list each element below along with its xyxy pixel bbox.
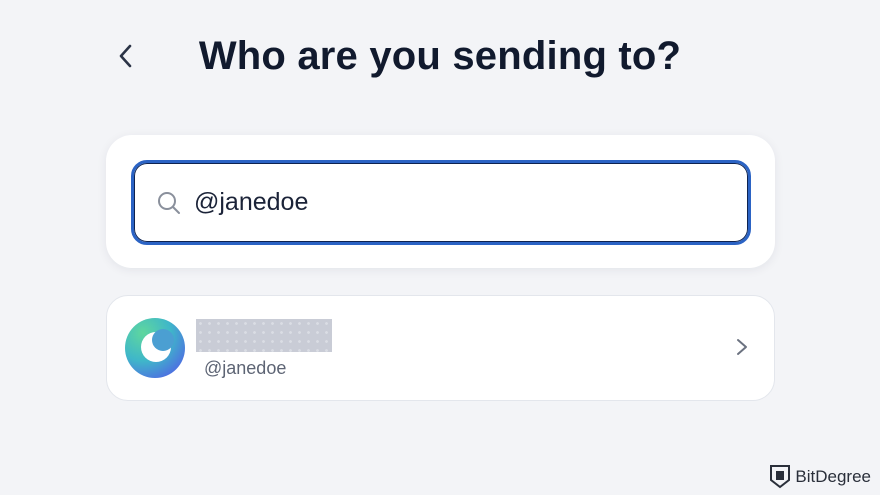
- bitdegree-watermark: BitDegree: [769, 464, 871, 489]
- recipient-result-item[interactable]: @janedoe: [106, 295, 775, 401]
- page-title: Who are you sending to?: [198, 34, 682, 78]
- brand-name: BitDegree: [795, 466, 871, 486]
- bitdegree-logo-icon: [770, 465, 791, 489]
- recipient-name-redacted: [196, 319, 332, 352]
- chevron-right-icon: [737, 339, 747, 355]
- search-card: [106, 135, 775, 268]
- search-field[interactable]: [131, 160, 751, 245]
- search-icon: [158, 191, 180, 214]
- send-recipient-screen: Who are you sending to? @janedoe BitDegr…: [0, 0, 880, 495]
- search-input[interactable]: [194, 188, 714, 217]
- avatar: [125, 318, 185, 378]
- recipient-handle: @janedoe: [204, 358, 287, 378]
